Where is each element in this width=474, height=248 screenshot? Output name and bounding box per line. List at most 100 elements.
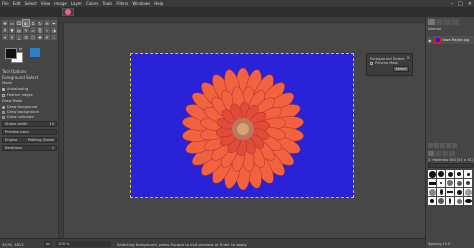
duplicate-layer-icon[interactable] bbox=[446, 143, 451, 148]
draw-foreground-radio[interactable] bbox=[2, 105, 5, 109]
new-layer-icon[interactable] bbox=[428, 143, 433, 148]
crop-tool-icon[interactable]: ⌗ bbox=[30, 20, 36, 26]
gradient-tool-icon[interactable]: ▤ bbox=[16, 27, 22, 33]
draw-background-radio[interactable] bbox=[2, 110, 5, 114]
menu-filters[interactable]: Filters bbox=[116, 1, 128, 6]
brush-item[interactable] bbox=[437, 188, 445, 196]
brush-item[interactable] bbox=[464, 179, 472, 187]
stroke-width-slider[interactable]: Stroke width 10 bbox=[2, 121, 57, 127]
menu-select[interactable]: Select bbox=[24, 1, 36, 6]
paintbrush-tool-icon[interactable]: ✎ bbox=[23, 27, 29, 33]
eye-icon[interactable]: ◉ bbox=[428, 38, 432, 43]
select-button[interactable]: Select bbox=[393, 66, 409, 72]
align-tool-icon[interactable]: ☰ bbox=[23, 34, 29, 40]
menu-help[interactable]: Help bbox=[154, 1, 163, 6]
menu-edit[interactable]: Edit bbox=[13, 1, 21, 6]
undo-tab-icon[interactable] bbox=[452, 19, 459, 25]
paths-tool-icon[interactable]: ✒ bbox=[51, 20, 57, 26]
draw-unknown-radio[interactable] bbox=[2, 115, 5, 119]
engine-select[interactable]: Engine Matting Global bbox=[2, 137, 57, 143]
menu-view[interactable]: View bbox=[41, 1, 51, 6]
foreground-color-swatch[interactable] bbox=[5, 48, 17, 59]
brush-filter-input[interactable] bbox=[428, 163, 473, 168]
draw-mode-option[interactable]: Draw background bbox=[2, 110, 39, 114]
brush-item[interactable] bbox=[428, 179, 436, 187]
brush-item[interactable] bbox=[437, 197, 445, 205]
brushes-tab-icon[interactable] bbox=[428, 151, 434, 156]
brush-spacing[interactable]: Spacing 10.0 bbox=[428, 242, 450, 246]
menu-windows[interactable]: Windows bbox=[132, 1, 150, 6]
brush-item[interactable] bbox=[428, 197, 436, 205]
menu-layer[interactable]: Layer bbox=[71, 1, 82, 6]
layers-tab-icon[interactable] bbox=[428, 19, 435, 25]
clone-tool-icon[interactable]: ⎘ bbox=[37, 27, 43, 33]
zoom-tool-icon[interactable]: ⚲ bbox=[9, 34, 15, 40]
brush-item[interactable] bbox=[464, 188, 472, 196]
antialias-checkbox[interactable] bbox=[2, 87, 5, 91]
maximize-icon[interactable]: □ bbox=[458, 1, 463, 7]
brush-item[interactable] bbox=[437, 170, 445, 178]
brush-item[interactable] bbox=[446, 197, 454, 205]
brush-item[interactable] bbox=[437, 179, 445, 187]
menu-file[interactable]: File bbox=[2, 1, 9, 6]
rotate-tool-icon[interactable]: ↻ bbox=[37, 20, 43, 26]
preview-mask-checkbox[interactable] bbox=[370, 61, 373, 65]
close-icon[interactable]: × bbox=[407, 55, 410, 60]
draw-mode-option[interactable]: Draw unknown bbox=[2, 115, 34, 119]
fonts-tab-icon[interactable] bbox=[442, 151, 448, 156]
cage-tool-icon[interactable]: ⬡ bbox=[30, 34, 36, 40]
measure-tool-icon[interactable]: ⟂ bbox=[16, 34, 22, 40]
image-canvas[interactable] bbox=[130, 53, 354, 198]
channels-tab-icon[interactable] bbox=[436, 19, 443, 25]
lasso-tool-icon[interactable]: ↀ bbox=[16, 20, 22, 26]
selection-preview-icon[interactable] bbox=[30, 48, 40, 57]
lower-layer-icon[interactable] bbox=[440, 143, 445, 148]
preview-color-field[interactable]: Preview color bbox=[2, 129, 57, 135]
smudge-tool-icon[interactable]: ☝ bbox=[44, 27, 50, 33]
draw-mode-option[interactable]: Draw foreground bbox=[2, 105, 37, 109]
documents-tab-icon[interactable] bbox=[449, 151, 455, 156]
antialias-row[interactable]: Antialiasing bbox=[2, 87, 28, 91]
warp-tool-icon[interactable]: ≋ bbox=[44, 20, 50, 26]
image-tab[interactable] bbox=[62, 8, 74, 16]
ink-tool-icon[interactable]: ✐ bbox=[44, 34, 50, 40]
dodge-tool-icon[interactable]: ◑ bbox=[51, 27, 57, 33]
layer-name[interactable]: Iowa Maybe.jpg bbox=[443, 38, 470, 42]
feather-row[interactable]: Feather edges bbox=[2, 93, 33, 97]
paths-tab-icon[interactable] bbox=[444, 19, 451, 25]
heal-tool-icon[interactable]: ✚ bbox=[37, 34, 43, 40]
foreground-select-tool-icon[interactable]: ◐ bbox=[22, 19, 30, 27]
layer-mode[interactable]: Normal bbox=[428, 27, 441, 31]
move-tool-icon[interactable]: ✥ bbox=[2, 20, 8, 26]
brush-item[interactable] bbox=[455, 170, 463, 178]
close-icon[interactable]: × bbox=[468, 1, 472, 7]
preview-mask-toggle[interactable]: Preview Mask bbox=[370, 61, 398, 65]
brush-item[interactable] bbox=[428, 188, 436, 196]
brush-item[interactable] bbox=[455, 179, 463, 187]
brush-item[interactable] bbox=[428, 170, 436, 178]
menu-colors[interactable]: Colors bbox=[86, 1, 99, 6]
airbrush-tool-icon[interactable]: ∴ bbox=[51, 34, 57, 40]
unit-select[interactable]: px bbox=[44, 241, 52, 247]
bucket-fill-tool-icon[interactable]: ▼ bbox=[9, 27, 15, 33]
delete-layer-icon[interactable] bbox=[452, 143, 457, 148]
brush-item[interactable] bbox=[446, 188, 454, 196]
brush-item[interactable] bbox=[446, 170, 454, 178]
text-tool-icon[interactable]: A bbox=[2, 27, 8, 33]
menu-tools[interactable]: Tools bbox=[103, 1, 113, 6]
swap-colors-icon[interactable]: ⇄ bbox=[19, 46, 22, 51]
eraser-tool-icon[interactable]: ▱ bbox=[30, 27, 36, 33]
brush-item[interactable] bbox=[455, 188, 463, 196]
iterations-slider[interactable]: Iterations 2 bbox=[2, 145, 57, 151]
rect-select-tool-icon[interactable]: ▭ bbox=[9, 20, 15, 26]
minimize-icon[interactable]: – bbox=[451, 1, 454, 7]
brush-item[interactable] bbox=[455, 197, 463, 205]
brush-item[interactable] bbox=[464, 170, 472, 178]
brush-item[interactable] bbox=[446, 179, 454, 187]
zoom-select[interactable]: 100 % bbox=[56, 241, 111, 247]
brush-item[interactable] bbox=[464, 197, 472, 205]
layer-row[interactable]: ◉ Iowa Maybe.jpg bbox=[427, 36, 474, 44]
patterns-tab-icon[interactable] bbox=[435, 151, 441, 156]
feather-checkbox[interactable] bbox=[2, 93, 5, 97]
menu-image[interactable]: Image bbox=[54, 1, 67, 6]
